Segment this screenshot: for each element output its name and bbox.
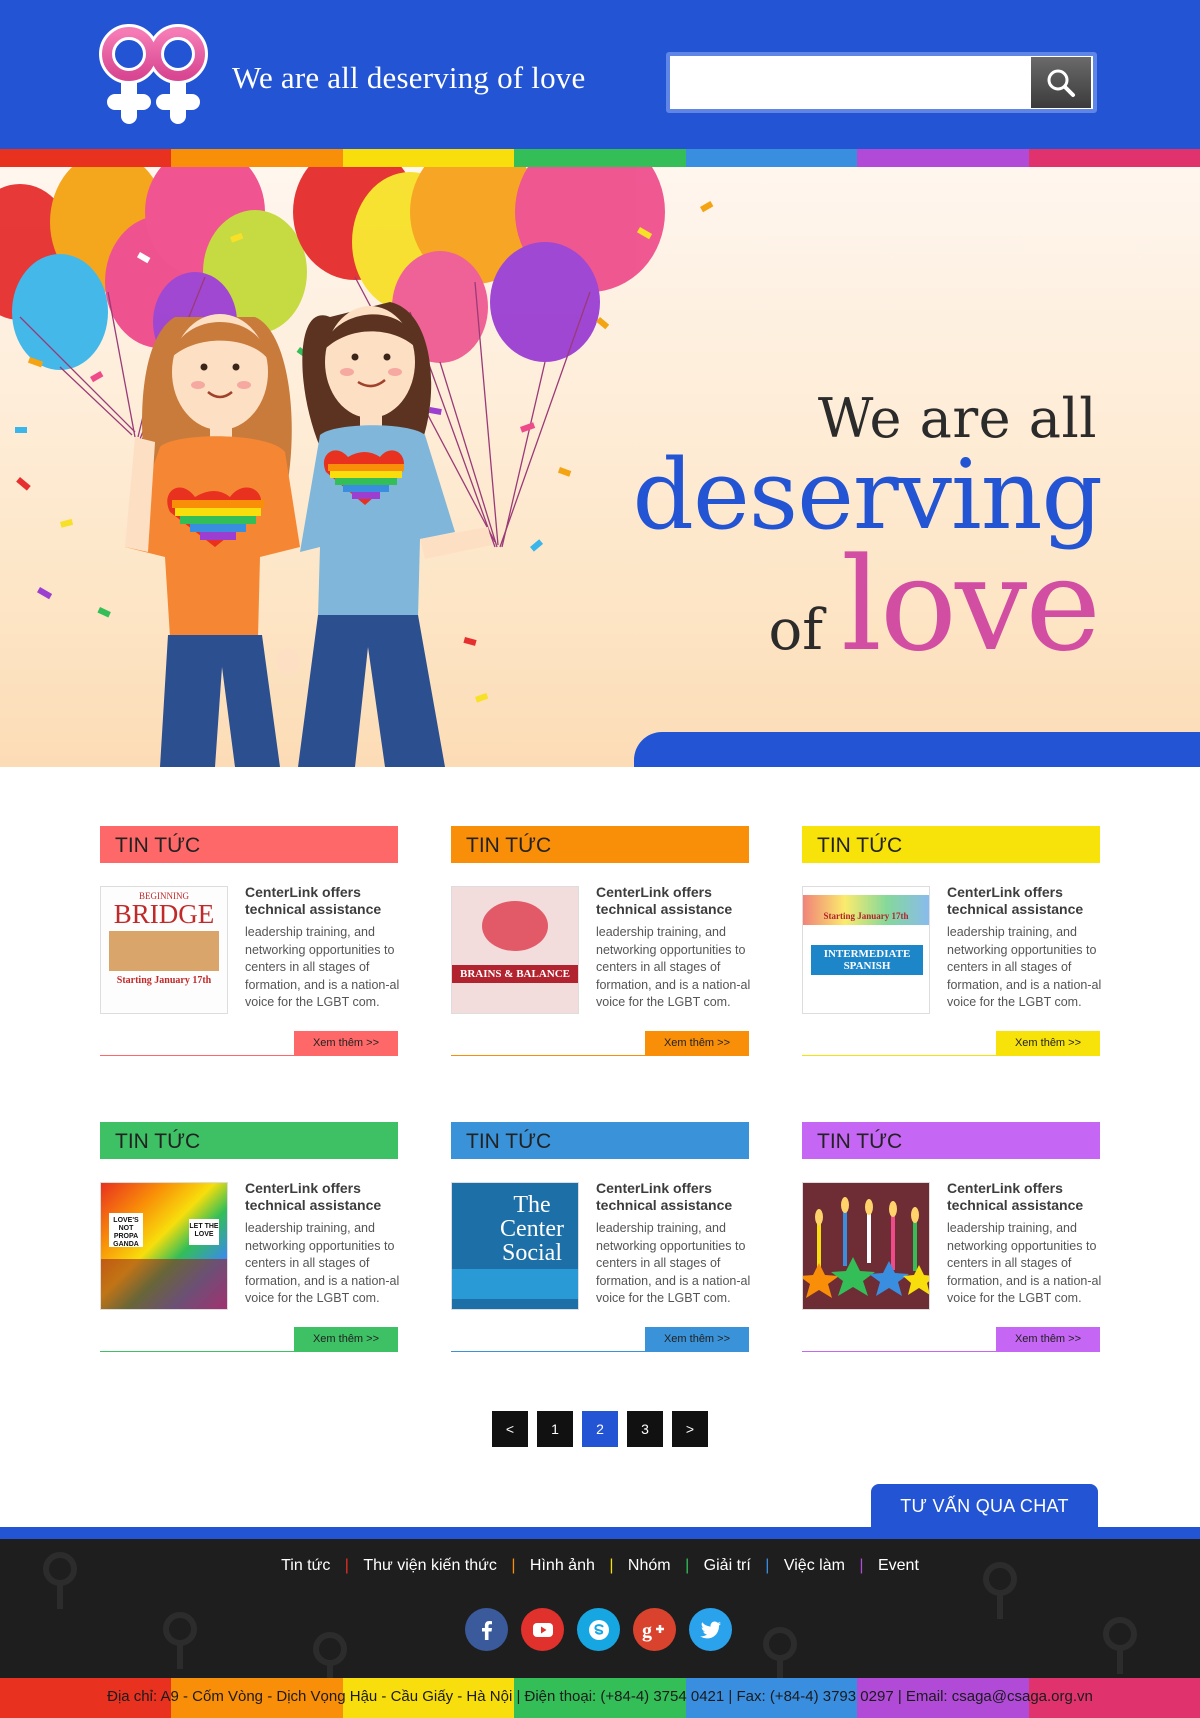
news-card-heading: TIN TỨC	[466, 1130, 552, 1153]
hero-banner: We are all deserving of love	[0, 167, 1200, 767]
illustration-girl-right	[276, 302, 492, 767]
hero-text-of-love: of love	[768, 531, 1101, 680]
search-icon	[1047, 69, 1075, 97]
chat-consult-button[interactable]: TƯ VẤN QUA CHAT	[871, 1484, 1098, 1528]
site-header: We are all deserving of love	[0, 0, 1200, 149]
pagination-prev[interactable]: <	[492, 1411, 528, 1447]
read-more-button[interactable]: Xem thêm >>	[996, 1327, 1100, 1352]
footer-separator: |	[859, 1557, 864, 1574]
footer-link-nhom[interactable]: Nhóm	[628, 1557, 671, 1574]
footer-top-bar	[0, 1527, 1200, 1539]
footer-link-viec-lam[interactable]: Việc làm	[784, 1557, 845, 1574]
footer-link-event[interactable]: Event	[878, 1557, 919, 1574]
thumb-text: The Center Social	[500, 1192, 564, 1266]
google-plus-icon[interactable]: g	[633, 1608, 676, 1651]
news-card-title[interactable]: CenterLink offers technical assistance	[596, 1180, 756, 1214]
news-card-heading: TIN TỨC	[817, 1130, 903, 1153]
news-card-title[interactable]: CenterLink offers technical assistance	[947, 1180, 1107, 1214]
skype-icon[interactable]	[577, 1608, 620, 1651]
footer-link-hinh-anh[interactable]: Hình ảnh	[530, 1557, 595, 1574]
news-card-header: TIN TỨC	[802, 1122, 1100, 1159]
footer-nav: Tin tức | Thư viện kiến thức | Hình ảnh …	[0, 1557, 1200, 1575]
news-card-header: TIN TỨC	[451, 826, 749, 863]
footer-link-giai-tri[interactable]: Giải trí	[704, 1557, 751, 1574]
pagination: < 1 2 3 >	[492, 1411, 708, 1447]
site-footer: Tin tức | Thư viện kiến thức | Hình ảnh …	[0, 1539, 1200, 1678]
news-card-title[interactable]: CenterLink offers technical assistance	[245, 884, 405, 918]
news-card-title[interactable]: CenterLink offers technical assistance	[596, 884, 756, 918]
news-card-title[interactable]: CenterLink offers technical assistance	[947, 884, 1107, 918]
read-more-button[interactable]: Xem thêm >>	[294, 1031, 398, 1056]
thumb-text: INTERMEDIATE SPANISH	[811, 945, 923, 975]
svg-text:g: g	[642, 1620, 652, 1642]
news-card-thumbnail[interactable]	[802, 1182, 930, 1310]
footer-separator: |	[685, 1557, 690, 1574]
read-more-button[interactable]: Xem thêm >>	[294, 1327, 398, 1352]
news-card-header: TIN TỨC	[451, 1122, 749, 1159]
rainbow-strip-top	[0, 149, 1200, 167]
footer-separator: |	[609, 1557, 614, 1574]
female-symbols-logo[interactable]	[96, 22, 218, 126]
hero-text-of: of	[768, 598, 823, 663]
news-card-excerpt: leadership training, and networking oppo…	[245, 1221, 400, 1306]
news-card-header: TIN TỨC	[100, 1122, 398, 1159]
thumb-text: Starting January 17th	[823, 911, 909, 921]
footer-link-thu-vien[interactable]: Thư viện kiến thức	[363, 1557, 496, 1574]
news-card-excerpt: leadership training, and networking oppo…	[596, 925, 751, 1010]
news-card-header: TIN TỨC	[802, 826, 1100, 863]
news-card: TIN TỨC The Center Social CenterLink off…	[451, 1122, 750, 1354]
news-card-header: TIN TỨC	[100, 826, 398, 863]
news-card-heading: TIN TỨC	[115, 834, 201, 857]
news-card: TIN TỨC Starting January 17th INTERMEDIA…	[802, 826, 1101, 1058]
read-more-button[interactable]: Xem thêm >>	[645, 1327, 749, 1352]
search-box	[666, 52, 1097, 113]
news-card-thumbnail[interactable]: BRAINS & BALANCE	[451, 886, 579, 1014]
news-card: TIN TỨC LOVE'S NOT PROPA GANDA LET THE L…	[100, 1122, 399, 1354]
news-card-title[interactable]: CenterLink offers technical assistance	[245, 1180, 405, 1214]
pagination-page[interactable]: 1	[537, 1411, 573, 1447]
news-card-heading: TIN TỨC	[817, 834, 903, 857]
site-tagline: We are all deserving of love	[232, 60, 586, 95]
news-card-heading: TIN TỨC	[115, 1130, 201, 1153]
news-card: TIN TỨC BRAINS & BALANCE CenterLink offe…	[451, 826, 750, 1058]
footer-address: Địa chỉ: A9 - Cốm Vòng - Dịch Vọng Hậu -…	[107, 1688, 1093, 1705]
read-more-button[interactable]: Xem thêm >>	[996, 1031, 1100, 1056]
news-card-excerpt: leadership training, and networking oppo…	[947, 925, 1102, 1010]
news-card-thumbnail[interactable]: The Center Social	[451, 1182, 579, 1310]
facebook-icon[interactable]	[465, 1608, 508, 1651]
footer-separator: |	[511, 1557, 516, 1574]
youtube-icon[interactable]	[521, 1608, 564, 1651]
twitter-icon[interactable]	[689, 1608, 732, 1651]
footer-link-tin-tuc[interactable]: Tin tức	[281, 1557, 330, 1574]
hero-bottom-tab	[634, 732, 1200, 767]
news-card: TIN TỨC CenterLink offers technical assi…	[802, 1122, 1101, 1354]
search-input[interactable]	[674, 60, 1036, 105]
news-card-thumbnail[interactable]: BEGINNING BRIDGE Starting January 17th	[100, 886, 228, 1014]
hero-text-love: love	[840, 531, 1101, 680]
news-card-heading: TIN TỨC	[466, 834, 552, 857]
social-links: g	[465, 1608, 732, 1651]
pagination-page-current[interactable]: 2	[582, 1411, 618, 1447]
thumb-text: BRIDGE	[113, 899, 215, 929]
pagination-page[interactable]: 3	[627, 1411, 663, 1447]
news-card-thumbnail[interactable]: LOVE'S NOT PROPA GANDA LET THE LOVE	[100, 1182, 228, 1310]
thumb-text: Starting January 17th	[116, 975, 212, 986]
illustration-girl-left	[125, 314, 300, 767]
news-card-thumbnail[interactable]: Starting January 17th INTERMEDIATE SPANI…	[802, 886, 930, 1014]
footer-separator: |	[765, 1557, 770, 1574]
news-card-excerpt: leadership training, and networking oppo…	[596, 1221, 751, 1306]
footer-separator: |	[344, 1557, 349, 1574]
search-button[interactable]	[1031, 57, 1091, 108]
read-more-button[interactable]: Xem thêm >>	[645, 1031, 749, 1056]
news-card-excerpt: leadership training, and networking oppo…	[947, 1221, 1102, 1306]
news-card-excerpt: leadership training, and networking oppo…	[245, 925, 400, 1010]
pagination-next[interactable]: >	[672, 1411, 708, 1447]
news-card: TIN TỨC BEGINNING BRIDGE Starting Januar…	[100, 826, 399, 1058]
thumb-text: BRAINS & BALANCE	[452, 965, 578, 983]
